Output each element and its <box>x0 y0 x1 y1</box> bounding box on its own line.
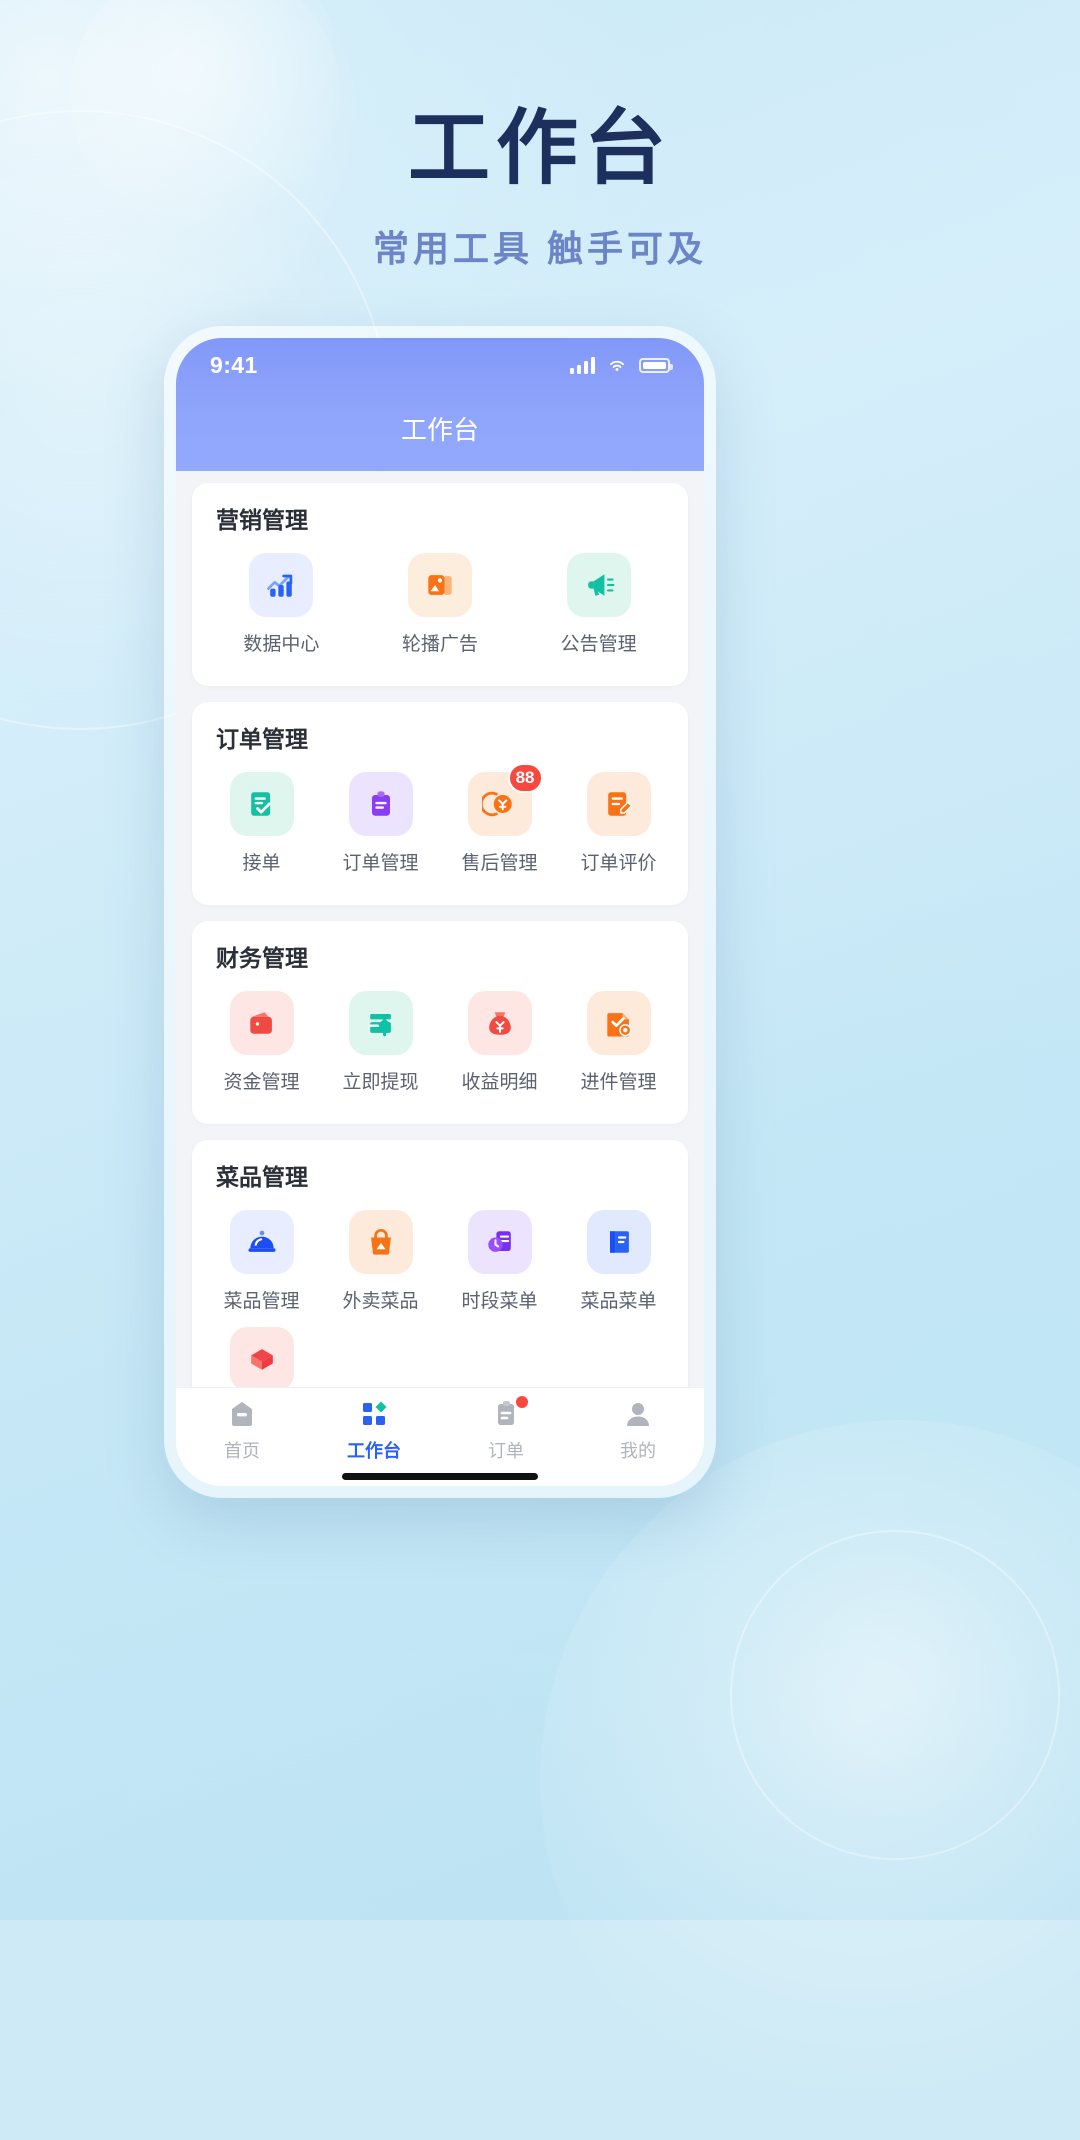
grid-item[interactable]: 订单管理 <box>321 772 440 875</box>
refund-yuan-icon: 88 <box>467 763 543 836</box>
grid-item[interactable]: 资金管理 <box>202 991 321 1094</box>
page-subtitle: 常用工具 触手可及 <box>372 228 707 270</box>
grid-item[interactable]: 轮播广告 <box>361 553 520 656</box>
grid-item[interactable]: 菜品管理 <box>202 1210 321 1313</box>
section-title: 订单管理 <box>216 726 308 752</box>
grid-item[interactable]: 订单评价 <box>559 772 678 875</box>
section-title: 菜品管理 <box>216 1164 308 1190</box>
grid-item-label: 售后管理 <box>461 853 538 874</box>
section-card-dish: 菜品管理 菜品管理 外卖菜品 时段菜单 菜品菜单 <box>192 1140 688 1387</box>
grid-item-label: 订单评价 <box>580 853 657 874</box>
grid-item-label: 轮播广告 <box>401 634 478 655</box>
scroll-body[interactable]: 营销管理 数据中心 轮播广告 公告管理 订单管理 接单 订单管理 88 售后管理… <box>176 471 704 1387</box>
time-menu-icon <box>467 1210 532 1274</box>
grid-item[interactable]: 接单 <box>202 772 321 875</box>
menu-book-icon <box>586 1210 651 1274</box>
signal-bars-icon <box>570 356 595 374</box>
home-indicator <box>342 1473 538 1480</box>
status-bar: 9:41 <box>176 338 704 392</box>
grid-item-label: 订单管理 <box>342 853 419 874</box>
grid-item-label: 时段菜单 <box>461 1291 538 1312</box>
page-title: 工作台 <box>407 103 672 194</box>
tab-label: 首页 <box>224 1441 260 1461</box>
grid-item[interactable]: 进件管理 <box>559 991 678 1094</box>
doc-check-icon <box>586 991 651 1055</box>
grid-item-label: 立即提现 <box>342 1072 419 1093</box>
workbench-grid-icon <box>363 1401 387 1425</box>
megaphone-icon <box>566 553 631 617</box>
app-header: 9:41 工作台 <box>176 338 704 471</box>
takeaway-bag-icon <box>348 1210 413 1274</box>
grid-item[interactable]: 数据中心 <box>202 553 361 656</box>
grid-item-label: 收益明细 <box>461 1072 538 1093</box>
grid-item[interactable] <box>202 1327 321 1387</box>
grid-item-label: 数据中心 <box>243 634 320 655</box>
section-title: 财务管理 <box>216 945 308 971</box>
grid-item-label: 菜品管理 <box>223 1291 300 1312</box>
notification-dot <box>516 1396 528 1408</box>
grid-item[interactable]: 外卖菜品 <box>321 1210 440 1313</box>
grid-item-label: 菜品菜单 <box>580 1291 657 1312</box>
package-box-icon <box>229 1327 294 1387</box>
bottom-tab-bar: 首页 工作台 订单 我的 <box>176 1387 704 1486</box>
grid-item[interactable]: 88 售后管理 <box>440 763 559 875</box>
grid-item[interactable]: 公告管理 <box>519 553 678 656</box>
grid-item[interactable]: 收益明细 <box>440 991 559 1094</box>
status-badge: 88 <box>507 763 543 793</box>
order-accept-icon <box>229 772 294 836</box>
cloche-icon <box>229 1210 294 1274</box>
user-profile-icon <box>627 1403 649 1426</box>
section-card-marketing: 营销管理 数据中心 轮播广告 公告管理 <box>192 483 688 686</box>
money-bag-icon <box>467 991 532 1055</box>
grid-item-label: 公告管理 <box>560 634 637 655</box>
grid-item-label: 进件管理 <box>580 1072 657 1093</box>
grid-item[interactable]: 立即提现 <box>321 991 440 1094</box>
section-card-order: 订单管理 接单 订单管理 88 售后管理 订单评价 <box>192 702 688 905</box>
review-edit-icon <box>586 772 651 836</box>
withdraw-card-icon <box>348 991 413 1055</box>
status-icons <box>570 354 673 376</box>
battery-icon <box>639 357 673 373</box>
tab-workbench[interactable]: 工作台 <box>308 1398 440 1463</box>
grid-item-label: 接单 <box>242 853 281 874</box>
home-icon <box>232 1402 252 1426</box>
wifi-icon <box>610 360 624 371</box>
tab-label: 订单 <box>488 1441 524 1461</box>
tab-order[interactable]: 订单 <box>440 1396 572 1463</box>
grid-item-label: 资金管理 <box>223 1072 300 1093</box>
phone-screen: 9:41 工作台 营销管理 数据中心 轮播广告 公告管理 订单管理 接单 订单管… <box>176 338 704 1486</box>
hero: 工作台 常用工具 触手可及 <box>0 103 1080 272</box>
clipboard-icon <box>348 772 413 836</box>
phone-mockup: 9:41 工作台 营销管理 数据中心 轮播广告 公告管理 订单管理 接单 订单管… <box>164 326 716 1498</box>
chart-growth-icon <box>249 553 314 617</box>
grid-item[interactable]: 菜品菜单 <box>559 1210 678 1313</box>
status-time: 9:41 <box>210 351 258 378</box>
tab-home[interactable]: 首页 <box>176 1398 308 1463</box>
section-card-finance: 财务管理 资金管理 立即提现 收益明细 进件管理 <box>192 921 688 1124</box>
grid-item-label: 外卖菜品 <box>342 1291 419 1312</box>
tab-profile[interactable]: 我的 <box>572 1398 704 1463</box>
grid-item[interactable]: 时段菜单 <box>440 1210 559 1313</box>
image-banner-icon <box>407 553 472 617</box>
tab-label: 我的 <box>620 1441 656 1461</box>
tab-label: 工作台 <box>347 1441 401 1461</box>
section-title: 营销管理 <box>216 507 308 533</box>
wallet-icon <box>229 991 294 1055</box>
nav-title: 工作台 <box>400 415 479 445</box>
